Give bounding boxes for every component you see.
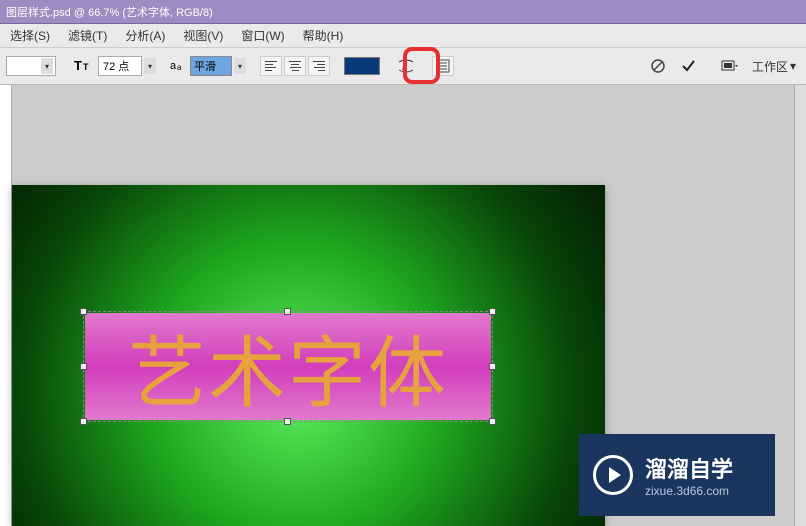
svg-text:I: I bbox=[402, 62, 405, 73]
cancel-icon bbox=[650, 58, 666, 74]
svg-text:a: a bbox=[170, 60, 177, 72]
commit-button[interactable] bbox=[676, 54, 700, 78]
svg-text:T: T bbox=[83, 62, 89, 72]
menu-view[interactable]: 视图(V) bbox=[179, 25, 227, 46]
menu-bar: 选择(S) 滤镜(T) 分析(A) 视图(V) 窗口(W) 帮助(H) bbox=[0, 24, 806, 48]
transform-handle-bottom-left[interactable] bbox=[80, 418, 87, 425]
workspace-label: 工作区 bbox=[752, 58, 788, 75]
antialias-icon: aa bbox=[170, 58, 186, 75]
align-center-button[interactable] bbox=[284, 56, 306, 76]
font-size-input[interactable]: 72 点 bbox=[98, 56, 142, 76]
screen-mode-icon bbox=[721, 59, 739, 73]
align-right-button[interactable] bbox=[308, 56, 330, 76]
transform-handle-mid-right[interactable] bbox=[489, 363, 496, 370]
text-size-icon-button[interactable]: TT bbox=[70, 54, 94, 78]
menu-analysis[interactable]: 分析(A) bbox=[121, 25, 169, 46]
svg-text:T: T bbox=[74, 58, 82, 72]
align-left-button[interactable] bbox=[260, 56, 282, 76]
vertical-ruler bbox=[0, 85, 12, 526]
font-size-field: 72 点 ▾ bbox=[98, 56, 156, 76]
font-size-dropdown-arrow[interactable]: ▾ bbox=[144, 58, 156, 74]
document-title: 图层样式.psd @ 66.7% (艺术字体, RGB/8) bbox=[6, 4, 213, 20]
watermark-url: zixue.3d66.com bbox=[645, 484, 733, 498]
menu-help[interactable]: 帮助(H) bbox=[299, 25, 348, 46]
menu-select[interactable]: 选择(S) bbox=[6, 25, 54, 46]
watermark-text: 溜溜自学 zixue.3d66.com bbox=[645, 452, 733, 498]
menu-window[interactable]: 窗口(W) bbox=[237, 25, 288, 46]
warp-text-icon: I bbox=[397, 58, 415, 74]
transform-handle-bottom-right[interactable] bbox=[489, 418, 496, 425]
cancel-button[interactable] bbox=[646, 54, 670, 78]
watermark: 溜溜自学 zixue.3d66.com bbox=[579, 434, 775, 516]
transform-handle-mid-left[interactable] bbox=[80, 363, 87, 370]
antialias-dropdown-arrow[interactable]: ▾ bbox=[234, 58, 246, 74]
dropdown-arrow-icon: ▾ bbox=[41, 58, 53, 74]
panel-icon bbox=[436, 59, 450, 73]
workspace-arrow-icon: ▾ bbox=[790, 59, 796, 73]
options-right-section: 工作区 ▾ bbox=[646, 54, 800, 78]
workspace-dropdown[interactable]: 工作区 ▾ bbox=[748, 56, 800, 76]
art-text-content[interactable]: 艺术字体 bbox=[128, 311, 448, 423]
character-panel-button[interactable] bbox=[432, 56, 454, 76]
text-align-group bbox=[260, 56, 330, 76]
play-icon bbox=[609, 467, 621, 483]
antialias-select[interactable]: 平滑 bbox=[190, 56, 232, 76]
options-bar: ▾ TT 72 点 ▾ aa 平滑 ▾ bbox=[0, 48, 806, 85]
text-color-swatch[interactable] bbox=[344, 57, 380, 75]
document-canvas[interactable]: 艺术字体 bbox=[12, 185, 605, 526]
text-layer-bounding-box[interactable]: 艺术字体 bbox=[85, 313, 491, 420]
title-bar: 图层样式.psd @ 66.7% (艺术字体, RGB/8) bbox=[0, 0, 806, 24]
watermark-title: 溜溜自学 bbox=[645, 452, 733, 484]
transform-handle-bottom-center[interactable] bbox=[284, 418, 291, 425]
antialias-field: 平滑 ▾ bbox=[190, 56, 246, 76]
panel-dock[interactable] bbox=[794, 85, 806, 526]
transform-handle-top-right[interactable] bbox=[489, 308, 496, 315]
warp-text-button[interactable]: I bbox=[394, 54, 418, 78]
menu-filter[interactable]: 滤镜(T) bbox=[64, 25, 111, 46]
svg-text:a: a bbox=[177, 63, 182, 72]
font-family-dropdown[interactable]: ▾ bbox=[6, 56, 56, 76]
view-options-button[interactable] bbox=[718, 54, 742, 78]
transform-handle-top-center[interactable] bbox=[284, 308, 291, 315]
transform-handle-top-left[interactable] bbox=[80, 308, 87, 315]
watermark-logo-icon bbox=[593, 455, 633, 495]
checkmark-icon bbox=[680, 58, 696, 74]
text-size-icon: TT bbox=[74, 58, 90, 75]
